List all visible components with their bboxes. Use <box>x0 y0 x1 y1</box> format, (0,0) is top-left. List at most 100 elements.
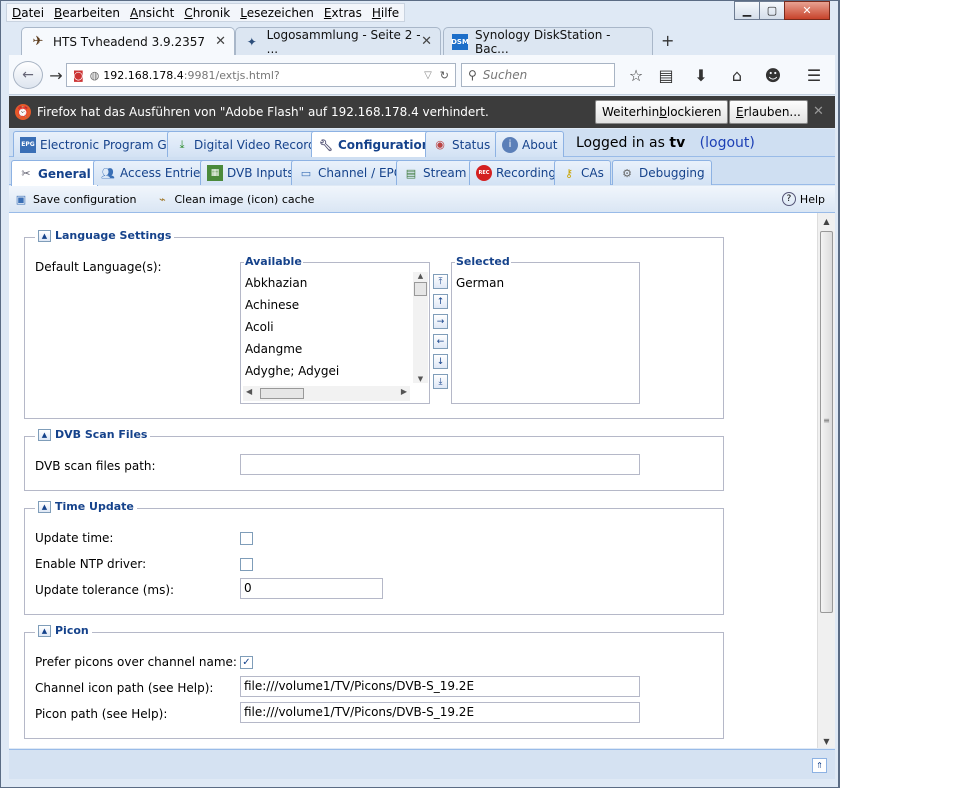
help-button[interactable]: ? Help <box>781 192 825 206</box>
default-language-label: Default Language(s): <box>35 260 162 274</box>
browser-tab-synology[interactable]: DSM Synology DiskStation - Bac... <box>443 27 653 56</box>
list-vertical-scrollbar[interactable]: ▲ ▼ <box>413 272 428 383</box>
tv-icon: ▭ <box>300 166 312 180</box>
smiley-icon[interactable]: ☻ <box>762 65 784 85</box>
tab-channel-epg[interactable]: ▭ Channel / EPG <box>291 160 411 185</box>
menu-lesezeichen[interactable]: Lesezeichen <box>235 4 319 21</box>
list-horizontal-scrollbar[interactable]: ◀ ▶ <box>243 386 410 401</box>
new-tab-button[interactable]: + <box>661 31 674 50</box>
language-settings-legend[interactable]: ▲ Language Settings <box>35 229 175 242</box>
broom-icon: ⌁ <box>159 192 166 206</box>
list-item[interactable]: Acoli <box>241 316 413 338</box>
maximize-icon[interactable]: ▢ <box>759 1 785 20</box>
browser-tab-title: Logosammlung - Seite 2 - ... <box>266 27 421 56</box>
minimize-icon[interactable]: ▁ <box>734 1 760 20</box>
bookmark-star-icon[interactable]: ☆ <box>625 65 647 85</box>
menu-extras[interactable]: Extras <box>319 4 367 21</box>
reload-icon[interactable]: ↻ <box>440 69 449 82</box>
browser-window: Datei Bearbeiten Ansicht Chronik Lesezei… <box>0 0 840 788</box>
list-item[interactable]: Adangme <box>241 338 413 360</box>
dvb-scan-files-legend[interactable]: ▲ DVB Scan Files <box>35 428 151 441</box>
page-vertical-scrollbar[interactable]: ▲ ≡ ▼ <box>817 213 835 748</box>
tab-debugging[interactable]: ⚙ Debugging <box>612 160 712 185</box>
list-item[interactable]: Adyghe; Adygei <box>241 360 413 382</box>
ntp-driver-checkbox[interactable] <box>240 558 253 571</box>
tab-status[interactable]: ◉ Status <box>425 131 498 157</box>
card-icon: ▦ <box>207 165 223 181</box>
menu-bar: Datei Bearbeiten Ansicht Chronik Lesezei… <box>6 3 406 22</box>
menu-hamburger-icon[interactable]: ☰ <box>803 65 825 85</box>
menu-hilfe[interactable]: Hilfe <box>367 4 404 21</box>
move-top-icon[interactable]: ⤒ <box>433 274 448 289</box>
browser-tab-logosammlung[interactable]: ✦ Logosammlung - Seite 2 - ... ✕ <box>235 27 441 56</box>
update-time-label: Update time: <box>35 531 114 545</box>
menu-datei[interactable]: Datei <box>7 4 49 21</box>
close-tab-icon[interactable]: ✕ <box>421 34 432 49</box>
move-bottom-icon[interactable]: ⤓ <box>433 374 448 389</box>
dvb-scan-files-fieldset: ▲ DVB Scan Files DVB scan files path: <box>24 428 724 491</box>
list-item[interactable]: Abkhazian <box>241 272 413 294</box>
home-icon[interactable]: ⌂ <box>726 65 748 85</box>
collapse-icon[interactable]: ▲ <box>38 500 51 513</box>
dvb-scan-path-input[interactable] <box>240 454 640 475</box>
picon-legend[interactable]: ▲ Picon <box>35 624 92 637</box>
search-icon: ⚲ <box>468 68 477 82</box>
dropdown-arrow-icon[interactable]: ▽ <box>424 70 432 81</box>
ntp-driver-label: Enable NTP driver: <box>35 557 147 571</box>
tab-configuration[interactable]: 🔧︎ Configuration <box>311 131 438 158</box>
selected-languages-list[interactable]: Selected German <box>451 255 640 404</box>
move-down-icon[interactable]: ↓ <box>433 354 448 369</box>
add-right-icon[interactable]: → <box>433 314 448 329</box>
close-window-icon[interactable]: ✕ <box>784 1 830 20</box>
globe-icon: ◍ <box>89 68 100 82</box>
collapse-icon[interactable]: ▲ <box>38 428 51 441</box>
remove-left-icon[interactable]: ← <box>433 334 448 349</box>
stream-icon: ▤ <box>405 166 417 180</box>
key-icon: ⚷ <box>564 166 574 180</box>
move-up-icon[interactable]: ↑ <box>433 294 448 309</box>
allow-button[interactable]: Erlauben... <box>729 100 808 124</box>
bookmarks-list-icon[interactable]: ▤ <box>655 65 677 85</box>
tab-cas[interactable]: ⚷ CAs <box>554 160 611 185</box>
menu-chronik[interactable]: Chronik <box>179 4 235 21</box>
download-icon[interactable]: ⬇ <box>690 65 712 85</box>
tab-general[interactable]: ✂ General <box>11 160 98 186</box>
forward-icon[interactable]: → <box>45 65 67 85</box>
camera-icon: ◙ <box>73 68 84 82</box>
keep-blocking-button[interactable]: Weiterhin b lockieren <box>595 100 729 124</box>
time-update-legend[interactable]: ▲ Time Update <box>35 500 137 513</box>
tab-stream[interactable]: ▤ Stream <box>396 160 474 185</box>
close-tab-icon[interactable]: ✕ <box>215 34 226 49</box>
update-tolerance-input[interactable]: 0 <box>240 578 383 599</box>
dvb-scan-path-label: DVB scan files path: <box>35 459 156 473</box>
tab-about[interactable]: i About <box>495 131 565 157</box>
tab-dvb-inputs[interactable]: ▦ DVB Inputs <box>200 160 301 185</box>
url-bar[interactable]: ◙ ◍ 192.168.178.4:9981/extjs.html? ▽ ↻ <box>66 63 456 87</box>
channel-icon-path-input[interactable]: file:///volume1/TV/Picons/DVB-S_19.2E <box>240 676 640 697</box>
selected-title: Selected <box>455 255 511 268</box>
tab-recording[interactable]: REC Recording <box>469 160 564 185</box>
collapse-icon[interactable]: ▲ <box>38 624 51 637</box>
close-notification-icon[interactable]: ✕ <box>813 104 824 119</box>
expand-up-icon[interactable]: ⇑ <box>812 758 827 773</box>
scrollbar-thumb[interactable]: ≡ <box>820 231 833 613</box>
prefer-picons-checkbox[interactable]: ✓ <box>240 656 253 669</box>
clean-cache-button[interactable]: ⌁ Clean image (icon) cache <box>154 191 314 207</box>
list-item[interactable]: Achinese <box>241 294 413 316</box>
update-time-checkbox[interactable] <box>240 532 253 545</box>
prefer-picons-label: Prefer picons over channel name: <box>35 655 237 669</box>
browser-tab-tvheadend[interactable]: ✈ HTS Tvheadend 3.9.2357 ✕ <box>21 27 235 55</box>
back-icon[interactable]: ← <box>13 61 43 89</box>
tab-access-entries[interactable]: 👥︎ Access Entries <box>93 160 214 185</box>
menu-ansicht[interactable]: Ansicht <box>125 4 179 21</box>
tab-digital-video-recorder[interactable]: ⤓ Digital Video Recorder <box>167 131 335 157</box>
logout-link[interactable]: (logout) <box>700 135 755 151</box>
picon-path-input[interactable]: file:///volume1/TV/Picons/DVB-S_19.2E <box>240 702 640 723</box>
save-configuration-button[interactable]: ▣ Save configuration <box>13 191 137 207</box>
collapse-icon[interactable]: ▲ <box>38 229 51 242</box>
search-bar[interactable]: ⚲ Suchen <box>461 63 615 87</box>
wrench-icon: 🔧︎ <box>319 138 333 152</box>
menu-bearbeiten[interactable]: Bearbeiten <box>49 4 125 21</box>
available-languages-list[interactable]: Available Abkhazian Achinese Acoli Adang… <box>240 255 430 404</box>
list-item[interactable]: German <box>452 272 504 294</box>
